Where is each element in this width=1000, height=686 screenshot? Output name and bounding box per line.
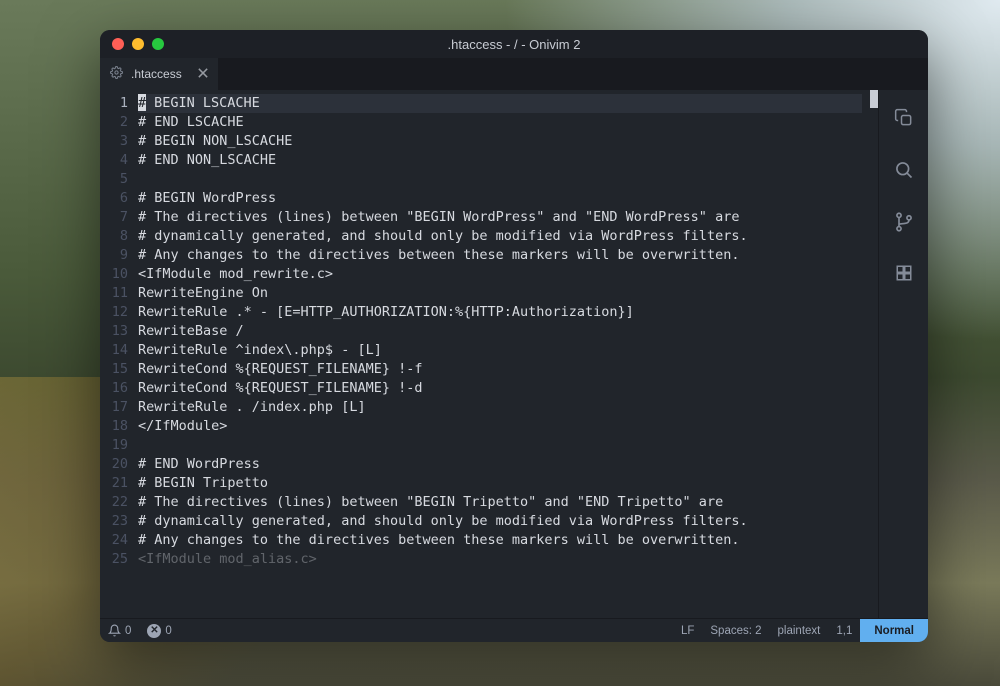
code-line: # BEGIN Tripetto [138, 474, 862, 493]
errors-item[interactable]: ✕ 0 [139, 619, 179, 642]
text-cursor: # [138, 94, 146, 111]
code-line: RewriteEngine On [138, 284, 862, 303]
window-title: .htaccess - / - Onivim 2 [100, 37, 928, 52]
line-number: 23 [100, 512, 138, 531]
status-bar: 0 ✕ 0 LF Spaces: 2 plaintext 1,1 Normal [100, 618, 928, 642]
code-line: # dynamically generated, and should only… [138, 512, 862, 531]
tab-htaccess[interactable]: .htaccess [100, 58, 218, 90]
line-number: 16 [100, 379, 138, 398]
code-line: RewriteCond %{REQUEST_FILENAME} !-f [138, 360, 862, 379]
code-line: RewriteRule ^index\.php$ - [L] [138, 341, 862, 360]
code-line: # END LSCACHE [138, 113, 862, 132]
code-line: RewriteCond %{REQUEST_FILENAME} !-d [138, 379, 862, 398]
line-number: 19 [100, 436, 138, 455]
code-line: <IfModule mod_alias.c> [138, 550, 862, 569]
code-line [138, 170, 862, 189]
line-number: 13 [100, 322, 138, 341]
editor-window: .htaccess - / - Onivim 2 .htaccess 12345… [100, 30, 928, 642]
line-number: 12 [100, 303, 138, 322]
notifications-count: 0 [125, 625, 131, 637]
minimap-thumb[interactable] [870, 90, 878, 108]
maximize-window-button[interactable] [152, 38, 164, 50]
line-number: 21 [100, 474, 138, 493]
code-line: # END NON_LSCACHE [138, 151, 862, 170]
titlebar[interactable]: .htaccess - / - Onivim 2 [100, 30, 928, 58]
tab-label: .htaccess [131, 67, 182, 81]
line-number: 25 [100, 550, 138, 569]
line-number: 14 [100, 341, 138, 360]
code-line: RewriteBase / [138, 322, 862, 341]
editor-area[interactable]: 1234567891011121314151617181920212223242… [100, 90, 878, 618]
editor-body: 1234567891011121314151617181920212223242… [100, 90, 928, 618]
minimap[interactable] [862, 90, 878, 618]
line-number: 9 [100, 246, 138, 265]
line-number: 3 [100, 132, 138, 151]
tab-bar: .htaccess [100, 58, 928, 90]
line-number: 4 [100, 151, 138, 170]
line-number-gutter: 1234567891011121314151617181920212223242… [100, 90, 138, 618]
position-item[interactable]: 1,1 [828, 619, 860, 642]
code-line [138, 436, 862, 455]
code-line: # Any changes to the directives between … [138, 531, 862, 550]
errors-count: 0 [165, 625, 171, 637]
close-window-button[interactable] [112, 38, 124, 50]
code-line: </IfModule> [138, 417, 862, 436]
code-line: <IfModule mod_rewrite.c> [138, 265, 862, 284]
extensions-icon[interactable] [895, 264, 913, 286]
close-tab-icon[interactable] [198, 67, 208, 81]
minimize-window-button[interactable] [132, 38, 144, 50]
line-number: 5 [100, 170, 138, 189]
gear-icon [110, 66, 123, 82]
search-icon[interactable] [894, 160, 914, 184]
line-number: 7 [100, 208, 138, 227]
line-number: 1 [100, 94, 138, 113]
line-number: 15 [100, 360, 138, 379]
line-number: 22 [100, 493, 138, 512]
code-line: RewriteRule .* - [E=HTTP_AUTHORIZATION:%… [138, 303, 862, 322]
line-number: 8 [100, 227, 138, 246]
code-content[interactable]: # BEGIN LSCACHE# END LSCACHE# BEGIN NON_… [138, 90, 862, 618]
line-number: 17 [100, 398, 138, 417]
line-number: 10 [100, 265, 138, 284]
code-line: # BEGIN LSCACHE [138, 94, 862, 113]
activity-bar [878, 90, 928, 618]
line-number: 2 [100, 113, 138, 132]
code-line: # The directives (lines) between "BEGIN … [138, 208, 862, 227]
indent-item[interactable]: Spaces: 2 [702, 619, 769, 642]
code-line: # END WordPress [138, 455, 862, 474]
line-number: 6 [100, 189, 138, 208]
code-line: # BEGIN WordPress [138, 189, 862, 208]
bell-icon [108, 624, 121, 637]
traffic-lights [112, 38, 164, 50]
language-item[interactable]: plaintext [770, 619, 829, 642]
line-number: 18 [100, 417, 138, 436]
code-line: # dynamically generated, and should only… [138, 227, 862, 246]
vim-mode-indicator[interactable]: Normal [860, 619, 928, 642]
code-line: # BEGIN NON_LSCACHE [138, 132, 862, 151]
line-number: 24 [100, 531, 138, 550]
line-number: 20 [100, 455, 138, 474]
code-line: # The directives (lines) between "BEGIN … [138, 493, 862, 512]
error-icon: ✕ [147, 624, 161, 638]
line-number: 11 [100, 284, 138, 303]
code-line: # Any changes to the directives between … [138, 246, 862, 265]
code-line: RewriteRule . /index.php [L] [138, 398, 862, 417]
copy-icon[interactable] [894, 108, 914, 132]
notifications-item[interactable]: 0 [100, 619, 139, 642]
eol-item[interactable]: LF [673, 619, 702, 642]
git-branch-icon[interactable] [894, 212, 914, 236]
